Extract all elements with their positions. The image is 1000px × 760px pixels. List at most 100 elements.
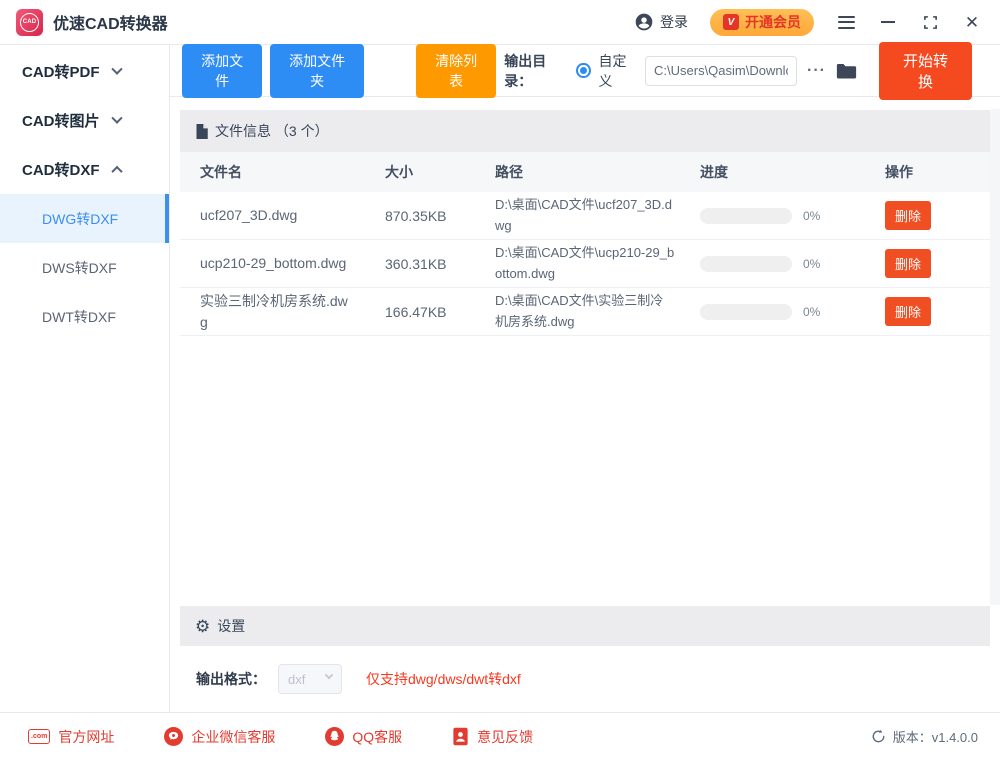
delete-button[interactable]: 删除 bbox=[885, 201, 931, 230]
hamburger-icon bbox=[838, 16, 855, 29]
minimize-icon bbox=[881, 21, 895, 23]
delete-button[interactable]: 删除 bbox=[885, 249, 931, 278]
user-icon bbox=[634, 12, 654, 32]
official-site-link[interactable]: .com 官方网址 bbox=[28, 727, 114, 747]
table-row: 实验三制冷机房系统.dwg 166.47KB D:\桌面\CAD文件\实验三制冷… bbox=[180, 288, 990, 336]
progress-percent: 0% bbox=[803, 257, 820, 271]
custom-radio[interactable] bbox=[576, 63, 590, 78]
format-select-value: dxf bbox=[288, 672, 305, 687]
version-label: 版本：v1.4.0.0 bbox=[893, 727, 978, 746]
feedback-label: 意见反馈 bbox=[477, 727, 533, 747]
output-format-label: 输出格式： bbox=[196, 669, 266, 689]
file-path: D:\桌面\CAD文件\ucp210-29_bottom.dwg bbox=[495, 243, 700, 285]
wechat-support-label: 企业微信客服 bbox=[191, 727, 275, 747]
output-path-input[interactable] bbox=[645, 56, 797, 86]
version-info: 版本：v1.4.0.0 bbox=[871, 727, 978, 746]
folder-icon bbox=[836, 62, 857, 80]
qq-support-link[interactable]: QQ客服 bbox=[325, 727, 402, 747]
file-name: 实验三制冷机房系统.dwg bbox=[200, 291, 385, 332]
feedback-link[interactable]: 意见反馈 bbox=[452, 727, 533, 747]
progress-percent: 0% bbox=[803, 209, 820, 223]
col-progress: 进度 bbox=[700, 162, 885, 182]
file-name: ucp210-29_bottom.dwg bbox=[200, 253, 385, 273]
app-logo-icon: CAD bbox=[16, 9, 43, 36]
file-size: 166.47KB bbox=[385, 304, 495, 320]
sidebar-item-dws-to-dxf[interactable]: DWS转DXF bbox=[0, 243, 169, 292]
footer: .com 官方网址 企业微信客服 QQ客服 意见反馈 版本：v1.4.0.0 bbox=[0, 712, 1000, 760]
sidebar-group-cad-to-dxf[interactable]: CAD转DXF bbox=[0, 145, 169, 194]
qq-support-label: QQ客服 bbox=[352, 727, 402, 747]
minimize-button[interactable] bbox=[878, 12, 898, 32]
maximize-button[interactable] bbox=[920, 12, 940, 32]
vip-icon: V bbox=[723, 14, 739, 30]
col-filename: 文件名 bbox=[200, 162, 385, 182]
file-size: 360.31KB bbox=[385, 256, 495, 272]
empty-list-area bbox=[180, 336, 990, 606]
chevron-down-icon bbox=[111, 112, 122, 123]
file-size: 870.35KB bbox=[385, 208, 495, 224]
add-folder-button[interactable]: 添加文件夹 bbox=[270, 44, 364, 98]
login-label: 登录 bbox=[660, 12, 688, 32]
file-icon bbox=[195, 124, 208, 139]
gear-icon: ⚙ bbox=[195, 618, 210, 635]
login-button[interactable]: 登录 bbox=[634, 12, 688, 32]
main-area: 添加文件 添加文件夹 清除列表 输出目录： 自定义 ··· 开始转换 bbox=[170, 45, 1000, 712]
toolbar: 添加文件 添加文件夹 清除列表 输出目录： 自定义 ··· 开始转换 bbox=[170, 45, 1000, 97]
output-format-row: 输出格式： dxf 仅支持dwg/dws/dwt转dxf bbox=[180, 646, 990, 712]
clear-list-button[interactable]: 清除列表 bbox=[416, 44, 496, 98]
titlebar: CAD 优速CAD转换器 登录 V 开通会员 ✕ bbox=[0, 0, 1000, 45]
col-size: 大小 bbox=[385, 162, 495, 182]
col-path: 路径 bbox=[495, 162, 700, 182]
file-path: D:\桌面\CAD文件\ucf207_3D.dwg bbox=[495, 195, 700, 237]
file-info-header: 文件信息 （3 个） bbox=[180, 110, 990, 152]
sidebar-group-cad-to-pdf[interactable]: CAD转PDF bbox=[0, 47, 169, 96]
col-action: 操作 bbox=[885, 162, 990, 182]
format-hint: 仅支持dwg/dws/dwt转dxf bbox=[366, 669, 521, 689]
app-window: CAD 优速CAD转换器 登录 V 开通会员 ✕ bbox=[0, 0, 1000, 760]
output-dir-label: 输出目录： bbox=[504, 51, 568, 91]
progress-bar bbox=[700, 208, 792, 224]
menu-button[interactable] bbox=[836, 12, 856, 32]
add-file-button[interactable]: 添加文件 bbox=[182, 44, 262, 98]
delete-button[interactable]: 删除 bbox=[885, 297, 931, 326]
settings-title: 设置 bbox=[217, 616, 245, 636]
official-site-label: 官方网址 bbox=[58, 727, 114, 747]
progress-bar bbox=[700, 256, 792, 272]
progress-bar bbox=[700, 304, 792, 320]
settings-header: ⚙ 设置 bbox=[180, 606, 990, 646]
scrollbar-gutter[interactable] bbox=[990, 109, 1000, 605]
refresh-icon bbox=[871, 729, 886, 744]
sidebar-group-label: CAD转DXF bbox=[22, 159, 100, 180]
start-convert-button[interactable]: 开始转换 bbox=[879, 42, 972, 100]
chevron-down-icon bbox=[325, 671, 333, 679]
chevron-up-icon bbox=[111, 165, 122, 176]
table-header: 文件名 大小 路径 进度 操作 bbox=[180, 152, 990, 192]
close-icon: ✕ bbox=[965, 14, 979, 31]
website-icon: .com bbox=[28, 729, 50, 744]
content: 文件信息 （3 个） 文件名 大小 路径 进度 操作 ucf207_3D.dwg… bbox=[170, 97, 1000, 712]
open-folder-button[interactable] bbox=[836, 62, 857, 80]
file-path: D:\桌面\CAD文件\实验三制冷机房系统.dwg bbox=[495, 291, 700, 333]
wechat-support-link[interactable]: 企业微信客服 bbox=[164, 727, 275, 747]
format-select[interactable]: dxf bbox=[278, 664, 342, 694]
sidebar-group-label: CAD转PDF bbox=[22, 61, 100, 82]
file-name: ucf207_3D.dwg bbox=[200, 205, 385, 225]
sidebar-item-dwt-to-dxf[interactable]: DWT转DXF bbox=[0, 292, 169, 341]
chevron-down-icon bbox=[111, 63, 122, 74]
sidebar: CAD转PDF CAD转图片 CAD转DXF DWG转DXF DWS转DXF D… bbox=[0, 45, 170, 712]
progress-percent: 0% bbox=[803, 305, 820, 319]
close-button[interactable]: ✕ bbox=[962, 12, 982, 32]
table-row: ucf207_3D.dwg 870.35KB D:\桌面\CAD文件\ucf20… bbox=[180, 192, 990, 240]
qq-icon bbox=[325, 727, 344, 746]
maximize-icon bbox=[923, 15, 938, 30]
custom-radio-label: 自定义 bbox=[599, 51, 638, 91]
feedback-icon bbox=[452, 727, 469, 746]
sidebar-item-dwg-to-dxf[interactable]: DWG转DXF bbox=[0, 194, 169, 243]
app-logo-text: CAD bbox=[20, 13, 39, 32]
table-row: ucp210-29_bottom.dwg 360.31KB D:\桌面\CAD文… bbox=[180, 240, 990, 288]
vip-upgrade-button[interactable]: V 开通会员 bbox=[710, 9, 814, 36]
sidebar-group-label: CAD转图片 bbox=[22, 110, 100, 131]
sidebar-group-cad-to-image[interactable]: CAD转图片 bbox=[0, 96, 169, 145]
browse-button[interactable]: ··· bbox=[805, 62, 828, 80]
app-title: 优速CAD转换器 bbox=[53, 10, 168, 34]
